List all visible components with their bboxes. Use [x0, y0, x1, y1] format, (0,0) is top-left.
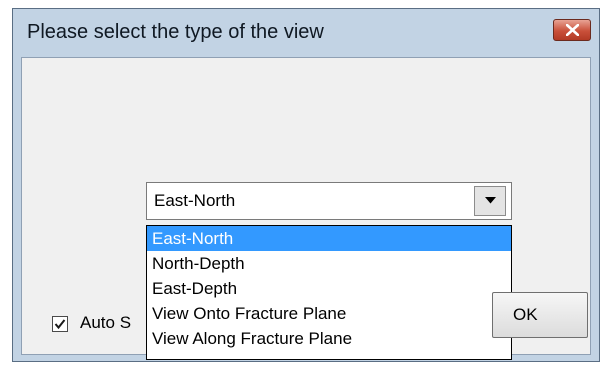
close-x-icon [566, 24, 579, 36]
view-type-dropdown-list: East-North North-Depth East-Depth View O… [146, 225, 512, 360]
checkmark-icon [54, 319, 66, 330]
chevron-down-icon [485, 197, 496, 204]
auto-checkbox[interactable] [52, 316, 68, 332]
option-view-onto-fracture-plane[interactable]: View Onto Fracture Plane [147, 301, 511, 326]
title-bar[interactable]: Please select the type of the view [13, 9, 599, 57]
option-view-along-fracture-plane[interactable]: View Along Fracture Plane [147, 326, 511, 351]
view-type-dialog: Please select the type of the view East-… [12, 8, 600, 362]
combobox-selected-value: East-North [154, 191, 236, 210]
close-button[interactable] [553, 19, 591, 41]
combobox-dropdown-button[interactable] [474, 186, 506, 216]
auto-checkbox-label[interactable]: Auto S [80, 313, 144, 333]
dialog-title: Please select the type of the view [27, 21, 324, 43]
ok-button[interactable]: OK [492, 292, 588, 338]
view-type-combobox[interactable]: East-North [146, 182, 512, 220]
option-north-depth[interactable]: North-Depth [147, 251, 511, 276]
option-east-depth[interactable]: East-Depth [147, 276, 511, 301]
option-east-north[interactable]: East-North [147, 226, 511, 251]
ok-button-label: OK [513, 305, 538, 324]
dialog-body: East-North East-North North-Depth East-D… [21, 57, 591, 360]
